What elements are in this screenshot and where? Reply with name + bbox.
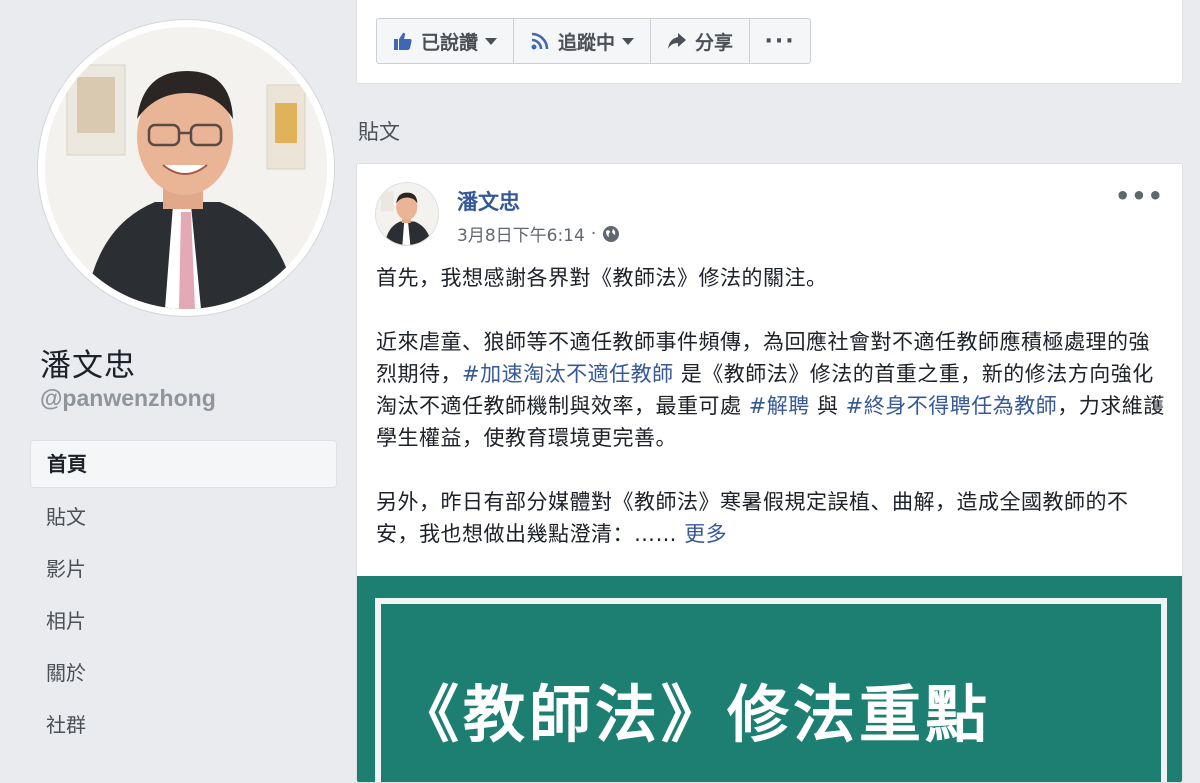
post-author-avatar[interactable]	[376, 183, 438, 245]
more-options-button[interactable]: ···	[750, 19, 810, 63]
post-text-segment: 與	[809, 394, 846, 418]
following-button[interactable]: 追蹤中	[514, 19, 652, 63]
liked-button[interactable]: 已說讚	[377, 19, 515, 63]
post-paragraph: 首先，我想感謝各界對《教師法》修法的關注。	[376, 266, 828, 290]
globe-icon[interactable]	[602, 225, 620, 243]
post-text: 首先，我想感謝各界對《教師法》修法的關注。 近來虐童、狼師等不適任教師事件頻傳，…	[376, 262, 1166, 582]
rss-icon	[531, 32, 549, 50]
section-title-posts: 貼文	[358, 120, 400, 144]
share-button[interactable]: 分享	[651, 19, 751, 63]
post-paragraph: 近來虐童、狼師等不適任教師事件頻傳，為回應社會對不適任教師應積極處理的強烈期待，…	[376, 326, 1166, 454]
hashtag-link[interactable]: #終身不得聘任為教師	[846, 394, 1058, 418]
liked-label: 已說讚	[421, 31, 479, 54]
hashtag-link[interactable]: #解聘	[749, 394, 810, 418]
post-image[interactable]: 《教師法》修法重點	[357, 576, 1182, 782]
hashtag-link[interactable]: #加速淘汰不適任教師	[462, 362, 674, 386]
chevron-down-icon	[622, 37, 635, 45]
nav-item-community[interactable]: 社群	[30, 700, 337, 752]
post-text-segment: 另外，昨日有部分媒體對《教師法》寒暑假規定誤植、曲解，造成全國教師的不安，我也想…	[376, 490, 1129, 546]
post-timestamp[interactable]: 3月8日下午6:14	[457, 221, 585, 246]
share-arrow-icon	[668, 33, 687, 49]
post-card: 潘文忠 3月8日下午6:14 · ••• 首先，我想感謝各界對《教師法》修法的關…	[356, 163, 1183, 783]
profile-name[interactable]: 潘文忠	[40, 340, 136, 385]
page-nav: 首頁 貼文 影片 相片 關於 社群	[30, 440, 337, 752]
nav-item-videos[interactable]: 影片	[30, 544, 337, 596]
post-paragraph: 另外，昨日有部分媒體對《教師法》寒暑假規定誤植、曲解，造成全國教師的不安，我也想…	[376, 486, 1166, 550]
post-meta: 3月8日下午6:14 ·	[457, 221, 620, 246]
nav-item-posts[interactable]: 貼文	[30, 492, 337, 544]
nav-item-home[interactable]: 首頁	[30, 440, 337, 488]
profile-handle[interactable]: @panwenzhong	[40, 385, 216, 412]
nav-item-photos[interactable]: 相片	[30, 596, 337, 648]
following-label: 追蹤中	[558, 31, 616, 54]
page-action-buttons: 已說讚 追蹤中 分享 ···	[376, 18, 812, 64]
meta-separator: ·	[590, 223, 597, 244]
post-options-icon[interactable]: •••	[1115, 182, 1164, 210]
share-label: 分享	[695, 31, 734, 54]
image-headline: 《教師法》修法重點	[397, 678, 992, 751]
thumbs-up-icon	[394, 32, 412, 50]
post-author-name[interactable]: 潘文忠	[457, 186, 520, 216]
chevron-down-icon	[485, 37, 498, 45]
see-more-link[interactable]: 更多	[684, 522, 727, 546]
nav-item-about[interactable]: 關於	[30, 648, 337, 700]
profile-picture[interactable]	[45, 27, 327, 309]
